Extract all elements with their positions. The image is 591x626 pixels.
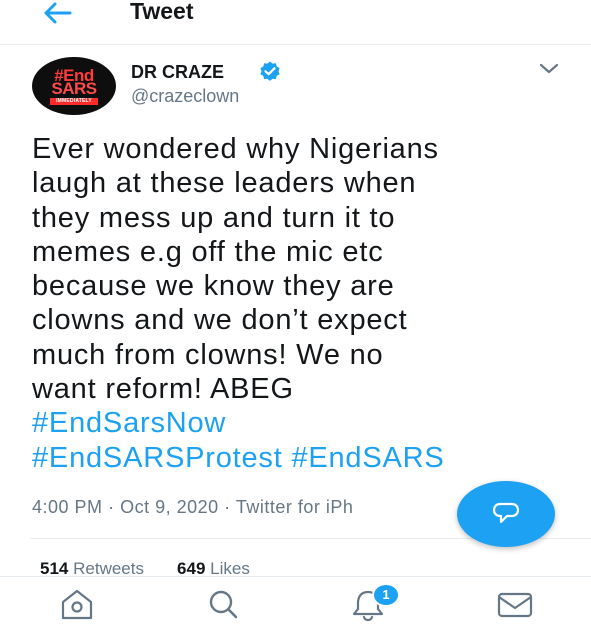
tweet-text-line: much from clowns! We no xyxy=(32,338,384,371)
arrow-left-icon xyxy=(44,2,72,24)
tweet-text: Ever wondered why Nigerians laugh at the… xyxy=(32,132,572,475)
author-display-name[interactable]: DR CRAZE xyxy=(131,62,224,83)
tweet-text-line: clowns and we don’t expect xyxy=(32,304,408,337)
tweet-meta: 4:00 PM · Oct 9, 2020 · Twitter for iPh xyxy=(32,497,353,518)
notification-count-badge: 1 xyxy=(372,583,400,607)
nav-home[interactable] xyxy=(57,587,97,621)
verified-badge-icon xyxy=(260,61,280,81)
tweet-date: Oct 9, 2020 xyxy=(120,497,219,517)
chevron-down-icon xyxy=(539,63,559,74)
tweet-text-line: want reform! ABEG xyxy=(32,373,294,406)
tweet-source[interactable]: Twitter for iPh xyxy=(236,497,354,517)
tweet-text-line: memes e.g off the mic etc xyxy=(32,235,384,268)
avatar[interactable]: #End SARS IMMEDIATELY xyxy=(32,57,116,115)
tweet-text-line: laugh at these leaders when xyxy=(32,167,417,200)
hashtag-link[interactable]: #EndSARS xyxy=(291,442,444,474)
nav-search[interactable] xyxy=(203,587,243,621)
search-icon xyxy=(209,590,238,619)
avatar-banner-text: IMMEDIATELY xyxy=(50,98,98,105)
page-title: Tweet xyxy=(130,0,194,24)
author-handle[interactable]: @crazeclown xyxy=(131,86,239,107)
hashtag-line: #EndSARSProtest #EndSARS xyxy=(32,441,572,475)
tweet-text-line: because we know they are xyxy=(32,270,395,303)
bottom-nav xyxy=(0,576,591,623)
compose-reply-icon xyxy=(492,502,520,524)
tweet-options-button[interactable] xyxy=(536,60,562,78)
hashtag-line: #EndSarsNow xyxy=(32,406,572,440)
meta-separator: · xyxy=(224,497,231,517)
hashtag-link[interactable]: #EndSARSProtest xyxy=(32,442,283,474)
top-app-bar: Tweet xyxy=(0,0,591,45)
tweet-time: 4:00 PM xyxy=(32,497,103,517)
tweet-text-line: Ever wondered why Nigerians xyxy=(32,133,439,165)
tweet-text-line: they mess up and turn it to xyxy=(32,201,396,234)
nav-messages[interactable] xyxy=(495,587,535,621)
compose-reply-button[interactable] xyxy=(457,481,555,547)
back-button[interactable] xyxy=(40,0,74,28)
hashtag-link[interactable]: #EndSarsNow xyxy=(32,407,226,439)
meta-separator: · xyxy=(108,497,115,517)
messages-envelope-icon xyxy=(497,592,533,618)
avatar-sars-text: SARS xyxy=(51,79,97,98)
home-icon xyxy=(61,589,93,620)
